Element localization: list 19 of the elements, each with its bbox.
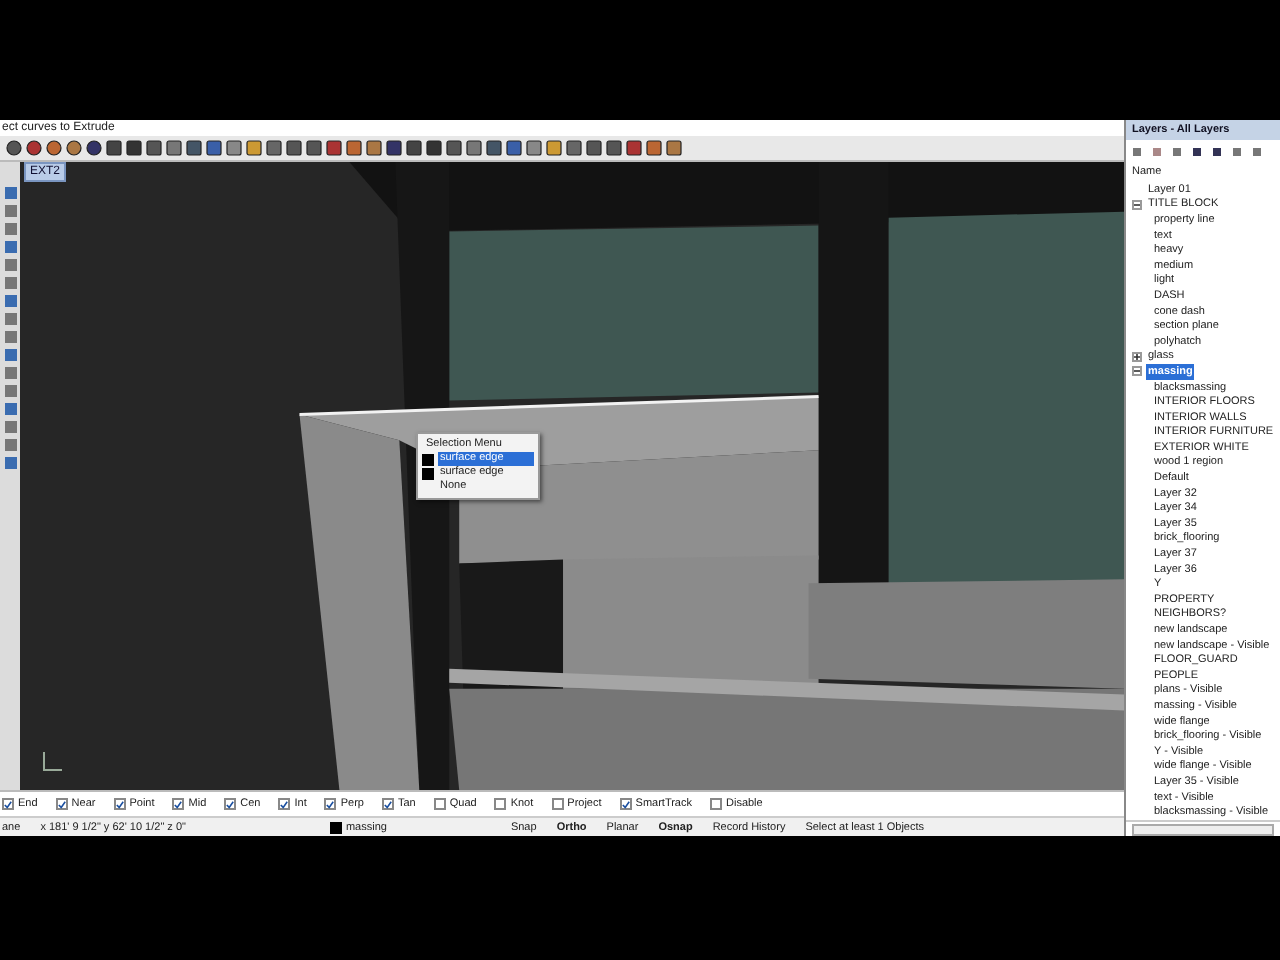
checkbox[interactable] [2,798,14,810]
checkbox[interactable] [433,798,446,810]
collapse-icon[interactable] [1132,366,1142,377]
checkbox[interactable] [619,798,632,810]
horizontal-scrollbar[interactable] [1126,820,1280,836]
expand-icon[interactable] [1132,351,1142,362]
checkbox[interactable] [494,798,507,810]
checkbox[interactable] [551,798,564,810]
checkbox[interactable] [278,798,291,810]
checkbox[interactable] [381,798,394,810]
checkbox[interactable] [710,798,722,810]
checkbox[interactable] [55,798,68,810]
layer-swatch-icon [329,821,342,833]
axis-icon [40,750,64,774]
checkbox[interactable] [324,798,337,810]
checkbox[interactable] [172,798,185,810]
checkbox[interactable] [113,798,126,810]
checkbox[interactable] [224,798,237,810]
collapse-icon[interactable] [1132,199,1142,210]
